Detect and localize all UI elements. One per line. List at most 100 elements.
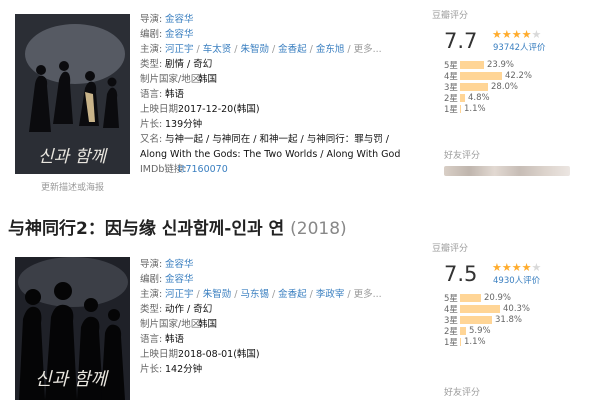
- genre-value: 动作 / 奇幻: [165, 304, 213, 315]
- rating-row-1: 1星 1.1%: [444, 103, 582, 115]
- rating-row-3: 3星 28.0%: [444, 81, 582, 93]
- rating-stars: ★★★★★: [492, 261, 542, 274]
- rating-percent: 20.9%: [484, 292, 512, 303]
- country-label: 制片国家/地区:: [140, 74, 204, 85]
- friend-rating-title: 好友评分: [444, 388, 481, 398]
- genre-row: 类型: 剧情 / 奇幻: [140, 57, 400, 72]
- language-row: 语言: 韩语: [140, 332, 382, 347]
- rating-row-5: 5星 23.9%: [444, 59, 582, 71]
- poster-image: 신과 함께: [15, 257, 130, 400]
- language-row: 语言: 韩语: [140, 87, 400, 102]
- release-row: 上映日期: 2018-08-01(韩国): [140, 347, 382, 362]
- genre-label: 类型:: [140, 59, 163, 70]
- aka-value: 与神一起 / 与神同在 / 和神一起 / 与神同行：罪与罚 /: [165, 134, 389, 145]
- cast-link[interactable]: 马东锡: [240, 287, 269, 302]
- country-row: 制片国家/地区: 韩国: [140, 317, 382, 332]
- update-poster-link[interactable]: 更新描述或海报: [15, 180, 130, 193]
- rating-box: 豆瓣评分 7.7 ★★★★★ 93742人评价 5星 23.9% 4星 42.2…: [432, 8, 582, 115]
- release-row: 上映日期: 2017-12-20(韩国): [140, 102, 400, 117]
- rating-bar: [460, 315, 492, 324]
- writer-label: 编剧:: [140, 29, 163, 40]
- release-value: 2017-12-20(韩国): [178, 104, 260, 115]
- cast-label: 主演:: [140, 289, 163, 300]
- runtime-label: 片长:: [140, 119, 163, 130]
- cast-link[interactable]: 河正宇: [165, 42, 194, 57]
- cast-link[interactable]: 河正宇: [165, 287, 194, 302]
- rating-bar: [460, 304, 500, 313]
- release-label: 上映日期:: [140, 349, 182, 360]
- movie-1: 신과 함께 更新描述或海报 导演: 金容华 编剧: 金容华 主演: 河正宇 / 车…: [0, 0, 600, 205]
- movie-2-title[interactable]: 与神同行2：因与缘 신과함께-인과 연 (2018): [8, 214, 347, 239]
- country-value: 韩国: [198, 74, 218, 85]
- rating-row-4: 4星 42.2%: [444, 70, 582, 82]
- cast-link[interactable]: 李政宰: [316, 287, 345, 302]
- movie-year: (2018): [290, 219, 347, 239]
- director-row: 导演: 金容华: [140, 257, 382, 272]
- country-row: 制片国家/地区: 韩国: [140, 72, 400, 87]
- poster-image: 신과 함께: [15, 14, 130, 174]
- release-value: 2018-08-01(韩国): [178, 349, 260, 360]
- rating-row-2: 2星 5.9%: [444, 325, 582, 337]
- svg-text:신과 함께: 신과 함께: [35, 369, 109, 390]
- cast-row: 主演: 河正宇 / 车太贤 / 朱智勋 / 金香起 / 金东旭 / 更多...: [140, 42, 382, 57]
- director-link[interactable]: 金容华: [165, 257, 194, 272]
- rating-bar: [460, 326, 466, 335]
- rating-count-link[interactable]: 4930人评价: [493, 274, 541, 286]
- movie-title-text: 与神同行2：因与缘 신과함께-인과 연: [8, 219, 285, 239]
- movie-poster[interactable]: 신과 함께: [15, 14, 130, 174]
- movie-2: 신과 함께 导演: 金容华 编剧: 金容华 主演: 河正宇 / 朱智勋 / 马东锡 /…: [0, 244, 600, 400]
- language-label: 语言:: [140, 334, 163, 345]
- rating-percent: 5.9%: [469, 325, 491, 336]
- cast-link[interactable]: 金香起: [278, 42, 307, 57]
- rating-row-1: 1星 1.1%: [444, 336, 582, 348]
- rating-row-3: 3星 31.8%: [444, 314, 582, 326]
- star-label: 1星: [444, 337, 458, 348]
- rating-percent: 4.8%: [468, 92, 490, 103]
- cast-label: 主演:: [140, 44, 163, 55]
- rating-row-5: 5星 20.9%: [444, 292, 582, 304]
- runtime-row: 片长: 139分钟: [140, 117, 400, 132]
- runtime-value: 139分钟: [165, 119, 203, 130]
- rating-bar: [460, 104, 461, 113]
- director-label: 导演:: [140, 259, 163, 270]
- imdb-link[interactable]: tt7160070: [178, 162, 228, 177]
- cast-link[interactable]: 金香起: [278, 287, 307, 302]
- genre-value: 剧情 / 奇幻: [165, 59, 213, 70]
- svg-text:신과 함께: 신과 함께: [38, 147, 108, 167]
- cast-row: 主演: 河正宇 / 朱智勋 / 马东锡 / 金香起 / 李政宰 / 更多...: [140, 287, 382, 302]
- aka-label: 又名:: [140, 134, 163, 145]
- release-label: 上映日期:: [140, 104, 182, 115]
- aka-row: 又名: 与神一起 / 与神同在 / 和神一起 / 与神同行：罪与罚 /: [140, 132, 400, 147]
- runtime-row: 片长: 142分钟: [140, 362, 382, 377]
- language-label: 语言:: [140, 89, 163, 100]
- rating-count-link[interactable]: 93742人评价: [493, 41, 546, 53]
- rating-percent: 42.2%: [505, 70, 533, 81]
- language-value: 韩语: [165, 334, 185, 345]
- runtime-label: 片长:: [140, 364, 163, 375]
- rating-percent: 23.9%: [487, 59, 515, 70]
- movie-info: 导演: 金容华 编剧: 金容华 主演: 河正宇 / 车太贤 / 朱智勋 / 金香起 / …: [140, 12, 400, 177]
- cast-link[interactable]: 金东旭: [316, 42, 345, 57]
- cast-link[interactable]: 朱智勋: [203, 287, 232, 302]
- imdb-label: IMDb链接:: [140, 164, 187, 175]
- rating-bar: [460, 71, 502, 80]
- aka-row-2: Along With the Gods: The Two Worlds / Al…: [140, 147, 400, 162]
- friend-rating-blurred: [444, 166, 570, 176]
- writer-label: 编剧:: [140, 274, 163, 285]
- writer-link[interactable]: 金容华: [165, 272, 194, 287]
- rating-percent: 40.3%: [503, 303, 531, 314]
- cast-link[interactable]: 朱智勋: [240, 42, 269, 57]
- rating-bar: [460, 93, 465, 102]
- writer-link[interactable]: 金容华: [165, 27, 194, 42]
- director-row: 导演: 金容华: [140, 12, 400, 27]
- rating-bar: [460, 337, 461, 346]
- cast-link[interactable]: 车太贤: [203, 42, 232, 57]
- movie-info: 导演: 金容华 编剧: 金容华 主演: 河正宇 / 朱智勋 / 马东锡 / 金香起 / …: [140, 257, 382, 377]
- movie-poster[interactable]: 신과 함께: [15, 257, 130, 400]
- director-link[interactable]: 金容华: [165, 12, 194, 27]
- cast-more-link[interactable]: 更多...: [354, 287, 382, 302]
- rating-title: 豆瓣评分: [432, 11, 469, 21]
- rating-distribution: 5星 23.9% 4星 42.2% 3星 28.0% 2星 4.8% 1星 1.…: [444, 59, 582, 115]
- cast-more-link[interactable]: 更多...: [354, 42, 382, 57]
- rating-percent: 1.1%: [464, 336, 486, 347]
